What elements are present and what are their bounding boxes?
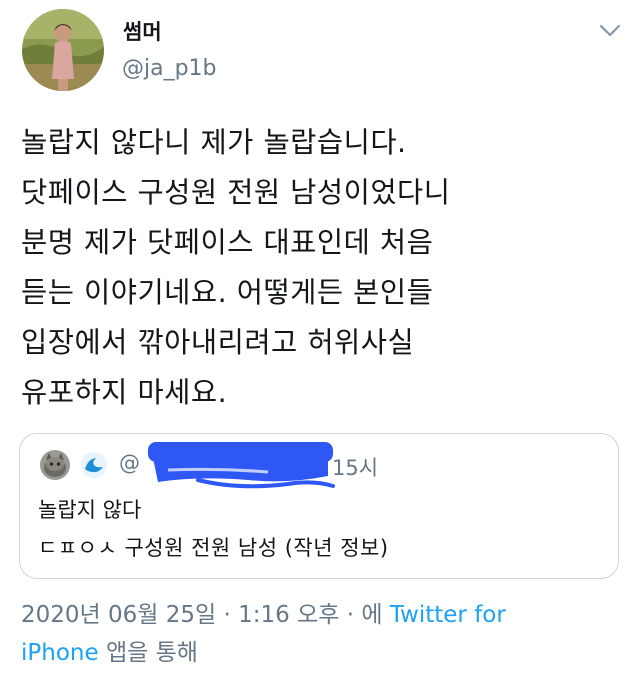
source-link[interactable]: Twitter for: [390, 602, 506, 628]
tweet-line: 입장에서 깎아내리려고 허위사실: [21, 326, 415, 359]
tweet-line: 놀랍지 않다니 제가 놀랍습니다.: [21, 126, 407, 159]
display-name[interactable]: 썸머: [123, 16, 162, 46]
quoted-text-line: ㄷㅍㅇㅅ 구성원 전원 남성 (작년 정보): [38, 536, 389, 560]
source-suffix: 앱을 통해: [105, 640, 198, 666]
tweet-line: 분명 제가 닷페이스 대표인데 처음: [21, 226, 434, 259]
source-link[interactable]: iPhone: [21, 640, 99, 666]
user-handle[interactable]: @ja_p1b: [122, 56, 217, 81]
wave-icon: [80, 451, 108, 479]
tweet-date: 2020년 06월 25일 · 1:16 오후 · 에: [21, 602, 383, 628]
quoted-handle[interactable]: @: [119, 451, 140, 475]
chevron-down-icon[interactable]: [598, 22, 622, 40]
quoted-avatar: [40, 450, 70, 480]
quoted-text-line: 놀랍지 않다: [38, 498, 142, 522]
tweet-line: 듣는 이야기네요. 어떻게든 본인들: [21, 276, 434, 309]
avatar[interactable]: [22, 9, 104, 91]
tweet-meta: 2020년 06월 25일 · 1:16 오후 · 에 Twitter for …: [21, 596, 621, 672]
redaction-scribble: [138, 440, 338, 494]
tweet-line: 닷페이스 구성원 전원 남성이었다니: [21, 176, 451, 209]
tweet-text: 놀랍지 않다니 제가 놀랍습니다. 닷페이스 구성원 전원 남성이었다니 분명 …: [21, 118, 621, 418]
tweet-line: 유포하지 마세요.: [21, 376, 228, 409]
quoted-tweet[interactable]: @ 15시 놀랍지 않다 ㄷㅍㅇㅅ 구성원 전원 남성 (작년 정보): [19, 433, 619, 579]
quoted-timestamp[interactable]: 15시: [332, 452, 378, 482]
